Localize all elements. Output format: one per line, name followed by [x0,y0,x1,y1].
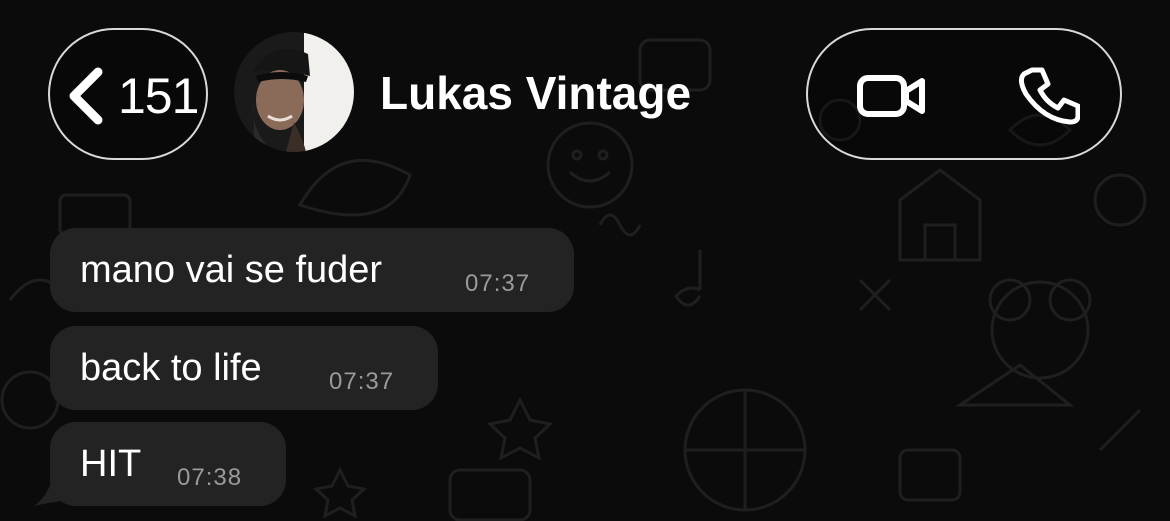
avatar[interactable] [234,32,354,152]
unread-count: 151 [118,68,199,124]
message-text: HIT [80,443,142,485]
message-bubble[interactable]: HIT 07:38 [50,422,286,506]
voice-call-button[interactable] [1006,54,1090,138]
phone-icon [1018,67,1080,125]
call-actions [806,28,1122,160]
message-timestamp: 07:37 [465,270,531,297]
chevron-left-icon [69,67,103,125]
message-text: back to life [80,347,262,389]
message-timestamp: 07:37 [329,368,395,395]
video-camera-icon [857,75,925,117]
video-call-button[interactable] [850,54,934,138]
contact-name[interactable]: Lukas Vintage [380,66,691,120]
message-timestamp: 07:38 [177,464,243,491]
back-button[interactable]: 151 [48,28,208,160]
message-bubble[interactable]: back to life 07:37 [50,326,438,410]
message-bubble[interactable]: mano vai se fuder 07:37 [50,228,574,312]
message-text: mano vai se fuder [80,249,383,291]
avatar-image [234,32,354,152]
